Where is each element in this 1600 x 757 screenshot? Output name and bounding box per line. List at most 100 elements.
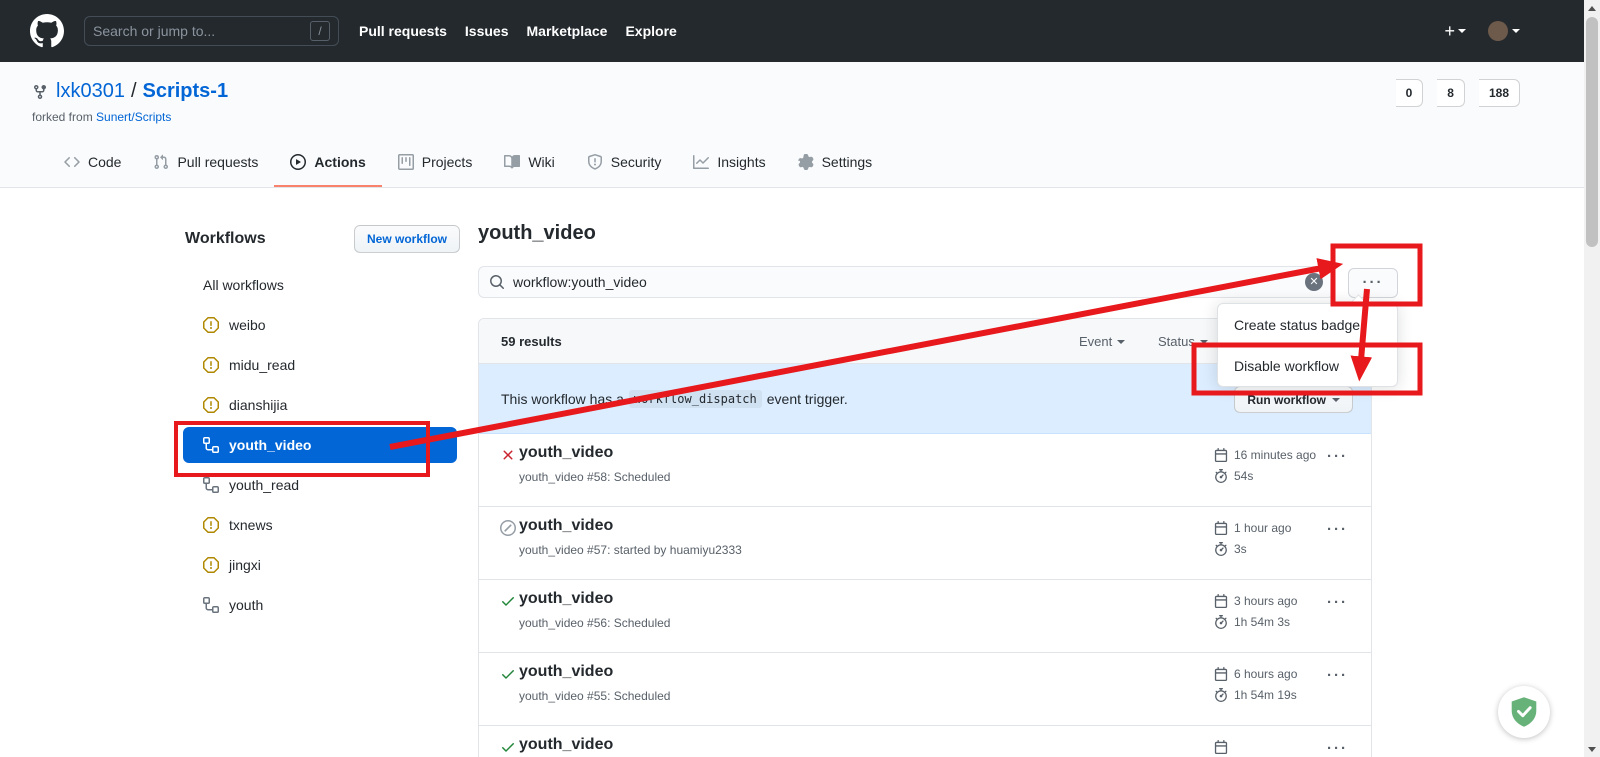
run-title-link[interactable]: youth_video [519, 517, 613, 535]
clear-search-button[interactable]: ✕ [1305, 273, 1323, 291]
sidebar-item-youth[interactable]: youth [183, 585, 457, 625]
project-icon [398, 154, 414, 170]
tab-insights[interactable]: Insights [677, 139, 781, 187]
check-icon [500, 593, 516, 609]
workflow-icon [203, 477, 219, 493]
main-content: youth_video ✕ ··· 59 results Event Statu… [478, 218, 1372, 245]
tab-security[interactable]: Security [571, 139, 678, 187]
new-workflow-button[interactable]: New workflow [354, 225, 460, 253]
workflow-search-input[interactable] [513, 274, 1305, 290]
slash-key-hint: / [310, 21, 330, 41]
watch-button[interactable]: Watch 0 [1396, 79, 1424, 107]
shield-icon [587, 154, 603, 170]
chevron-down-icon [1117, 340, 1125, 344]
run-date: 6 hours ago [1234, 667, 1297, 681]
repo-name-link[interactable]: Scripts-1 [143, 80, 229, 103]
status-filter[interactable]: Status [1158, 319, 1208, 364]
cancelled-icon [500, 520, 516, 536]
play-icon [290, 154, 306, 170]
tab-wiki[interactable]: Wiki [488, 139, 570, 187]
triangle-up-icon [1588, 6, 1596, 11]
stopwatch-icon [1214, 688, 1228, 702]
workflow-options-button[interactable]: ··· [1348, 268, 1398, 298]
menu-item-create-status-badge[interactable]: Create status badge [1218, 304, 1397, 345]
github-logo-icon[interactable] [30, 14, 64, 48]
scrollbar-up-button[interactable] [1584, 0, 1600, 16]
global-search: / [84, 16, 339, 46]
chevron-down-icon [1458, 29, 1466, 33]
stopwatch-icon [1214, 615, 1228, 629]
book-icon [504, 154, 520, 170]
sidebar-item-txnews[interactable]: txnews [183, 505, 457, 545]
scrollbar-thumb[interactable] [1586, 17, 1598, 247]
page-title: youth_video [478, 222, 1372, 245]
calendar-icon [1214, 521, 1228, 535]
unstar-button[interactable]: Unstar 8 [1437, 79, 1465, 107]
run-row: youth_video youth_video #57: started by … [479, 507, 1371, 580]
repo-owner-link[interactable]: lxk0301 [56, 80, 125, 103]
run-options-button[interactable]: ··· [1327, 521, 1348, 538]
nav-explore[interactable]: Explore [625, 23, 676, 39]
sidebar-item-weibo[interactable]: weibo [183, 305, 457, 345]
sidebar-item-all-workflows[interactable]: All workflows [183, 265, 457, 305]
run-options-button[interactable]: ··· [1327, 448, 1348, 465]
run-subtitle: youth_video #58: Scheduled [519, 470, 670, 484]
run-row: youth_video youth_video #55: Scheduled 6… [479, 653, 1371, 726]
tab-projects[interactable]: Projects [382, 139, 489, 187]
green-shield-icon [1509, 696, 1539, 728]
repo-title: lxk0301 / Scripts-1 [32, 80, 228, 103]
global-search-input[interactable] [93, 23, 310, 39]
code-icon [64, 154, 80, 170]
triangle-down-icon [1588, 747, 1596, 752]
sidebar-item-jingxi[interactable]: jingxi [183, 545, 457, 585]
run-options-button[interactable]: ··· [1327, 740, 1348, 757]
sidebar-item-youth-read[interactable]: youth_read [183, 465, 457, 505]
tab-settings[interactable]: Settings [782, 139, 889, 187]
check-icon [500, 666, 516, 682]
nav-issues[interactable]: Issues [465, 23, 509, 39]
user-menu[interactable] [1488, 21, 1520, 41]
run-title-link[interactable]: youth_video [519, 444, 613, 462]
run-title-link[interactable]: youth_video [519, 736, 613, 754]
notice-text: event trigger. [767, 391, 848, 407]
menu-item-disable-workflow[interactable]: Disable workflow [1218, 345, 1397, 386]
tab-actions[interactable]: Actions [274, 139, 381, 187]
run-date: 1 hour ago [1234, 521, 1291, 535]
run-date: 16 minutes ago [1234, 448, 1316, 462]
nav-marketplace[interactable]: Marketplace [527, 23, 608, 39]
create-new-menu[interactable]: + [1444, 21, 1466, 42]
sidebar-item-midu-read[interactable]: midu_read [183, 345, 457, 385]
fork-source-link[interactable]: Sunert/Scripts [96, 110, 171, 124]
workflows-sidebar: Workflows New workflow All workflows wei… [160, 218, 460, 625]
fork-count[interactable]: 188 [1479, 79, 1520, 107]
workflow-search: ✕ [478, 266, 1334, 298]
tab-pull-requests[interactable]: Pull requests [137, 139, 274, 187]
event-filter[interactable]: Event [1079, 319, 1125, 364]
x-failed-icon [500, 447, 516, 463]
run-title-link[interactable]: youth_video [519, 590, 613, 608]
run-workflow-button[interactable]: Run workflow [1234, 386, 1353, 413]
calendar-icon [1214, 594, 1228, 608]
fork-button[interactable]: Fork 188 [1479, 79, 1520, 107]
nav-pull-requests[interactable]: Pull requests [359, 23, 447, 39]
tab-code[interactable]: Code [48, 139, 137, 187]
watch-count[interactable]: 0 [1396, 79, 1424, 107]
run-options-button[interactable]: ··· [1327, 594, 1348, 611]
star-count[interactable]: 8 [1437, 79, 1465, 107]
run-subtitle: youth_video #55: Scheduled [519, 689, 670, 703]
repo-separator: / [131, 80, 137, 103]
adblock-shield-badge[interactable] [1498, 686, 1550, 738]
stopwatch-icon [1214, 542, 1228, 556]
run-title-link[interactable]: youth_video [519, 663, 613, 681]
run-row: youth_video youth_video #58: Scheduled 1… [479, 434, 1371, 507]
run-subtitle: youth_video #57: started by huamiyu2333 [519, 543, 742, 557]
search-icon [489, 274, 505, 290]
sidebar-item-youth-video[interactable]: youth_video [183, 427, 457, 463]
scrollbar-down-button[interactable] [1584, 741, 1600, 757]
run-options-button[interactable]: ··· [1327, 667, 1348, 684]
run-duration: 3s [1234, 542, 1247, 556]
chevron-down-icon [1200, 340, 1208, 344]
workflows-heading: Workflows [185, 230, 266, 248]
sidebar-item-dianshijia[interactable]: dianshijia [183, 385, 457, 425]
fork-note: forked from Sunert/Scripts [32, 110, 171, 124]
